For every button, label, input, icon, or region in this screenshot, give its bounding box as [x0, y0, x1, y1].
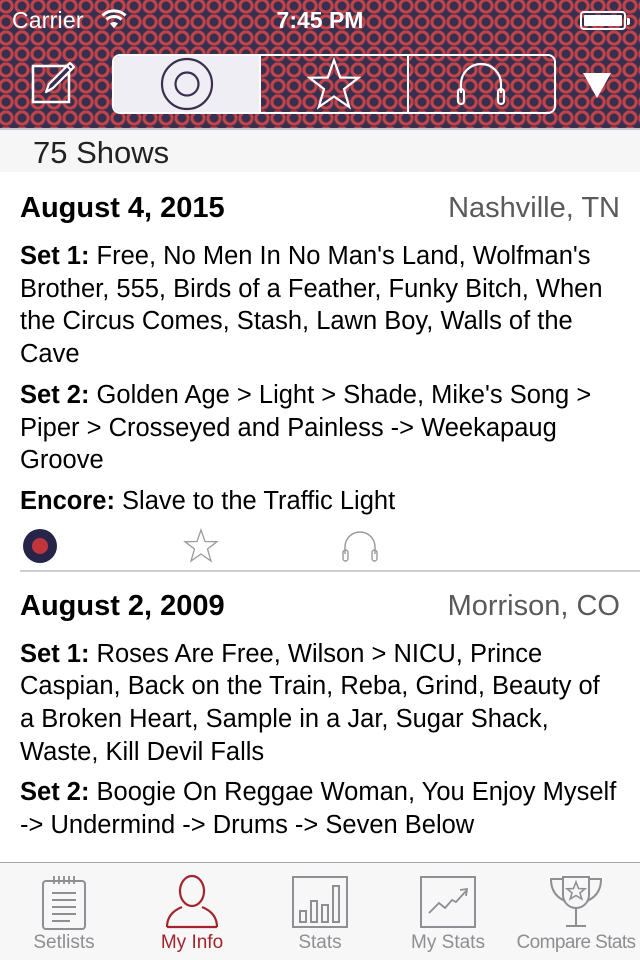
setlist-set: Set 1: Free, No Men In No Man's Land, Wo… — [20, 240, 620, 371]
shows-list[interactable]: August 4, 2015 Nashville, TN Set 1: Free… — [0, 172, 640, 862]
tab-setlists[interactable]: Setlists — [0, 863, 128, 960]
compose-icon[interactable] — [30, 58, 80, 108]
trend-chart-icon — [420, 876, 476, 928]
set-label: Set 2: — [20, 778, 90, 807]
tab-label: My Stats — [411, 932, 485, 953]
set-label: Set 1: — [20, 639, 90, 668]
tab-stats[interactable]: Stats — [256, 863, 384, 960]
show-location: Nashville, TN — [448, 192, 620, 224]
show-date: August 2, 2009 — [20, 589, 225, 622]
clock: 7:45 PM — [276, 7, 364, 33]
tab-label: Stats — [298, 932, 342, 953]
status-bar: Carrier 7:45 PM — [0, 0, 640, 40]
tab-bar: Setlists My Info Stats My Stats Compare … — [0, 862, 640, 960]
segment-favorites[interactable] — [261, 56, 409, 112]
tab-my-stats[interactable]: My Stats — [384, 863, 512, 960]
set-songs: Free, No Men In No Man's Land, Wolfman's… — [20, 242, 603, 369]
show-date: August 4, 2015 — [20, 192, 225, 224]
tab-compare-stats[interactable]: Compare Stats — [512, 863, 640, 960]
trophy-icon — [549, 876, 603, 927]
attended-record-icon[interactable] — [22, 528, 58, 564]
battery-full-icon — [580, 11, 630, 30]
setlist-set: Set 2: Boogie On Reggae Woman, You Enjoy… — [20, 776, 620, 841]
favorite-star-icon[interactable] — [183, 527, 219, 564]
tab-label: My Info — [160, 932, 224, 953]
star-icon — [306, 57, 361, 110]
segment-listened[interactable] — [409, 56, 554, 112]
show-item[interactable]: August 2, 2009 Morrison, CO Set 1: Roses… — [0, 572, 640, 842]
set-songs: Boogie On Reggae Woman, You Enjoy Myself… — [20, 778, 617, 840]
show-item[interactable]: August 4, 2015 Nashville, TN Set 1: Free… — [0, 172, 640, 570]
person-icon — [165, 874, 219, 929]
segment-attended[interactable] — [114, 56, 262, 112]
navigation-header: Carrier 7:45 PM — [0, 0, 640, 128]
set-label: Encore: — [20, 486, 115, 515]
show-count: 75 Shows — [33, 135, 170, 170]
record-icon — [160, 57, 213, 111]
tab-label: Setlists — [33, 932, 95, 953]
set-songs: Golden Age > Light > Shade, Mike's Song … — [20, 380, 592, 475]
set-label: Set 2: — [20, 380, 90, 409]
setlist-set: Set 1: Roses Are Free, Wilson > NICU, Pr… — [20, 638, 620, 769]
set-label: Set 1: — [20, 242, 90, 270]
listened-headphones-icon[interactable] — [341, 528, 379, 564]
headphones-icon — [457, 62, 506, 106]
set-songs: Slave to the Traffic Light — [122, 486, 396, 515]
section-header: 75 Shows — [0, 128, 640, 172]
setlist-set: Set 2: Golden Age > Light > Shade, Mike'… — [20, 379, 620, 477]
notepad-icon — [42, 876, 86, 930]
show-location: Morrison, CO — [447, 589, 620, 622]
bar-chart-icon — [292, 876, 348, 928]
tab-my-info[interactable]: My Info — [128, 863, 256, 960]
filter-segmented-control — [112, 54, 556, 114]
triangle-down-icon[interactable] — [580, 70, 614, 100]
setlist-set: Encore: Slave to the Traffic Light — [20, 485, 620, 518]
set-songs: Roses Are Free, Wilson > NICU, Prince Ca… — [20, 639, 600, 766]
tab-label: Compare Stats — [516, 932, 637, 953]
